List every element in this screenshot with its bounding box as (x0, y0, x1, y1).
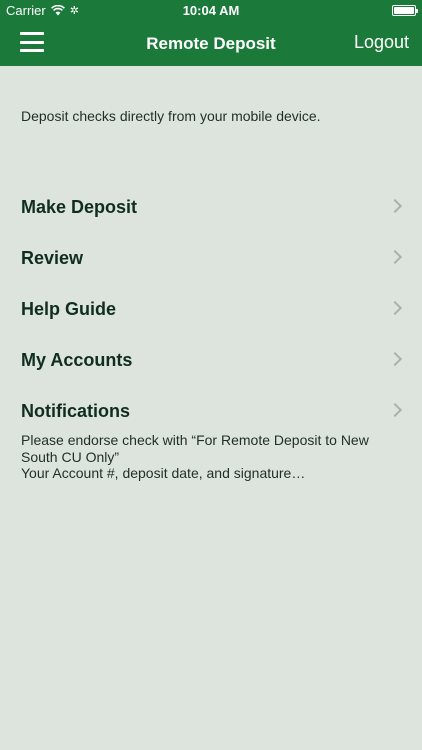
status-bar: Carrier ✲ 10:04 AM (0, 0, 422, 22)
chevron-right-icon (387, 402, 403, 418)
status-time: 10:04 AM (182, 3, 240, 18)
chevron-right-icon (387, 249, 403, 265)
notification-message: Please endorse check with “For Remote De… (21, 432, 401, 482)
menu-item-label: My Accounts (21, 350, 133, 370)
menu-list: Make Deposit Review Help Guide My Accoun… (0, 183, 422, 438)
menu-item-my-accounts[interactable]: My Accounts (0, 336, 422, 387)
notification-line-1: Please endorse check with “For Remote De… (21, 432, 369, 465)
menu-item-label: Notifications (21, 401, 131, 421)
menu-item-help-guide[interactable]: Help Guide (0, 285, 422, 336)
battery-icon (392, 5, 418, 16)
menu-item-make-deposit[interactable]: Make Deposit (0, 183, 422, 234)
menu-item-notifications[interactable]: Notifications (0, 387, 422, 438)
notification-line-2: Your Account #, deposit date, and signat… (21, 465, 306, 481)
chevron-right-icon (387, 351, 403, 367)
logout-button[interactable]: Logout (354, 32, 409, 53)
menu-item-label: Make Deposit (21, 197, 138, 217)
chevron-right-icon (387, 198, 403, 214)
nav-bar: Remote Deposit Logout (0, 22, 422, 66)
intro-text: Deposit checks directly from your mobile… (21, 108, 321, 124)
menu-item-label: Review (21, 248, 84, 268)
menu-item-review[interactable]: Review (0, 234, 422, 285)
chevron-right-icon (387, 300, 403, 316)
menu-item-label: Help Guide (21, 299, 117, 319)
